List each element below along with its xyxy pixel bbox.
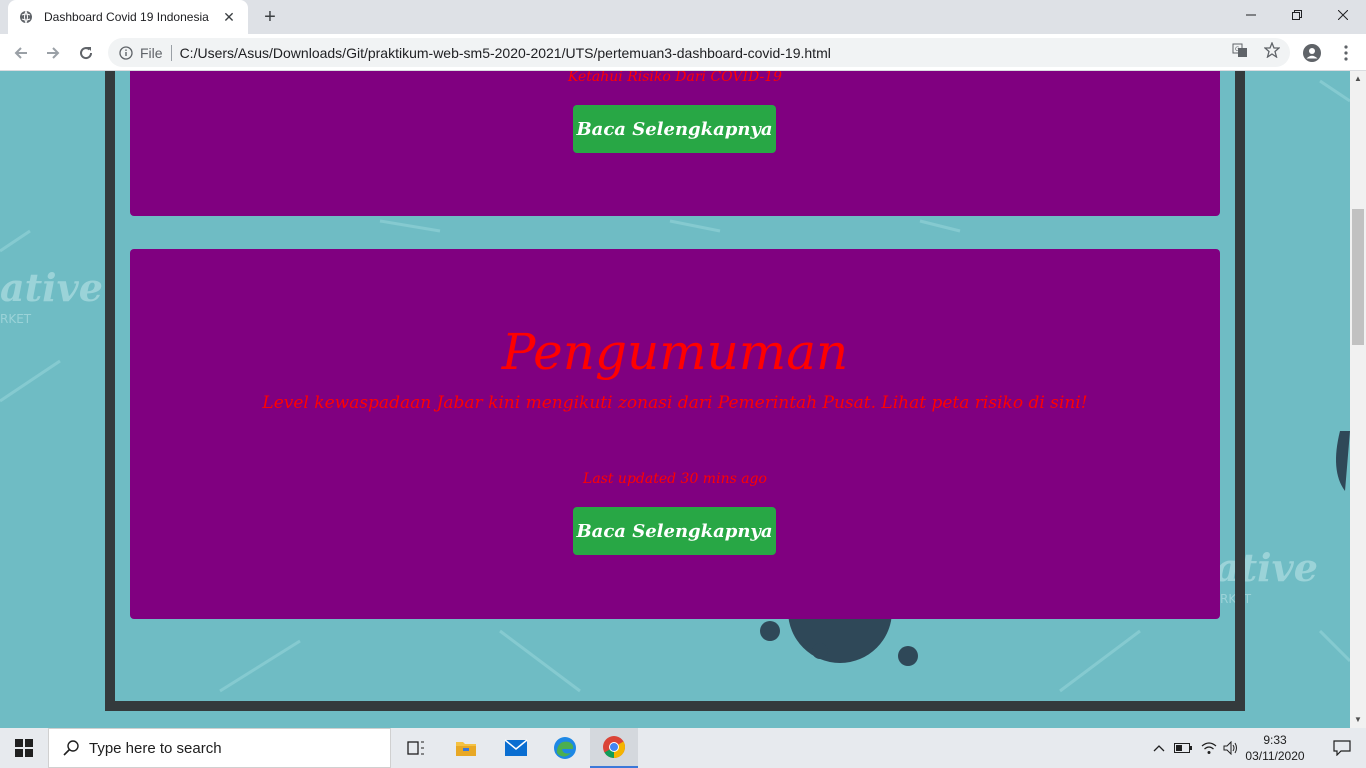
search-placeholder: Type here to search [89,739,222,757]
mail-icon[interactable] [492,728,540,768]
address-url: C:/Users/Asus/Downloads/Git/praktikum-we… [179,44,831,61]
windows-taskbar: Type here to search 9:33 03/11/2020 [0,728,1366,768]
bookmark-star-icon[interactable] [1260,38,1284,62]
taskbar-search-box[interactable]: Type here to search [48,728,391,768]
system-clock[interactable]: 9:33 03/11/2020 [1240,732,1310,764]
tab-strip: Dashboard Covid 19 Indonesia ✕ + [0,0,1366,34]
chevron-up-icon[interactable] [1150,728,1168,768]
file-explorer-icon[interactable] [442,728,490,768]
info-icon[interactable] [118,45,134,61]
reload-icon[interactable] [73,40,99,66]
card-caption: Ketahui Risiko Dari COVID-19 [567,71,783,85]
restore-icon[interactable] [1274,0,1320,30]
windows-start-icon[interactable] [0,728,48,768]
info-card-risk: Ketahui Risiko Dari COVID-19 Baca Seleng… [130,71,1220,216]
notification-icon[interactable] [1318,728,1366,768]
svg-text:ative: ative [0,265,103,310]
globe-icon [18,9,34,25]
kebab-menu-icon[interactable] [1334,41,1358,65]
address-scheme: File [140,44,163,61]
read-more-button[interactable]: Baca Selengkapnya [573,105,776,153]
tab-title: Dashboard Covid 19 Indonesia [44,10,209,24]
scroll-up-icon[interactable]: ▲ [1353,74,1363,84]
edge-browser-icon[interactable] [541,728,589,768]
address-divider [170,44,172,61]
vertical-scrollbar[interactable]: ▲ ▼ [1350,71,1366,728]
card-description: Level kewaspadaan Jabar kini mengikuti z… [262,393,1088,413]
last-updated: Last updated 30 mins ago [583,471,767,487]
task-view-icon[interactable] [392,728,440,768]
browser-toolbar: File C:/Users/Asus/Downloads/Git/praktik… [0,34,1366,71]
volume-icon[interactable] [1220,728,1242,768]
page-viewport: ative RKET ative RKET Ketahui Risiko Dar… [0,71,1350,728]
announcement-card: Pengumuman Level kewaspadaan Jabar kini … [130,249,1220,619]
close-window-icon[interactable] [1320,0,1366,30]
translate-icon[interactable]: G [1228,38,1252,62]
read-more-button[interactable]: Baca Selengkapnya [573,507,776,555]
card-title: Pengumuman [501,323,849,381]
scrollbar-thumb[interactable] [1352,209,1364,345]
minimize-icon[interactable] [1228,0,1274,30]
clock-time: 9:33 [1263,733,1287,747]
svg-text:RKET: RKET [0,312,32,326]
search-icon [63,740,79,756]
back-icon[interactable] [8,40,34,66]
clock-date: 03/11/2020 [1245,749,1305,763]
scroll-down-icon[interactable]: ▼ [1353,715,1363,725]
browser-tab[interactable]: Dashboard Covid 19 Indonesia ✕ [8,0,248,34]
battery-icon[interactable] [1172,728,1194,768]
forward-icon[interactable] [40,40,66,66]
chrome-browser-icon[interactable] [590,728,638,768]
profile-avatar-icon[interactable] [1300,41,1324,65]
address-bar[interactable]: File C:/Users/Asus/Downloads/Git/praktik… [108,38,1290,67]
close-tab-icon[interactable]: ✕ [220,8,238,26]
wifi-icon[interactable] [1198,728,1220,768]
new-tab-button[interactable]: + [258,6,282,28]
svg-text:G: G [1235,46,1240,53]
